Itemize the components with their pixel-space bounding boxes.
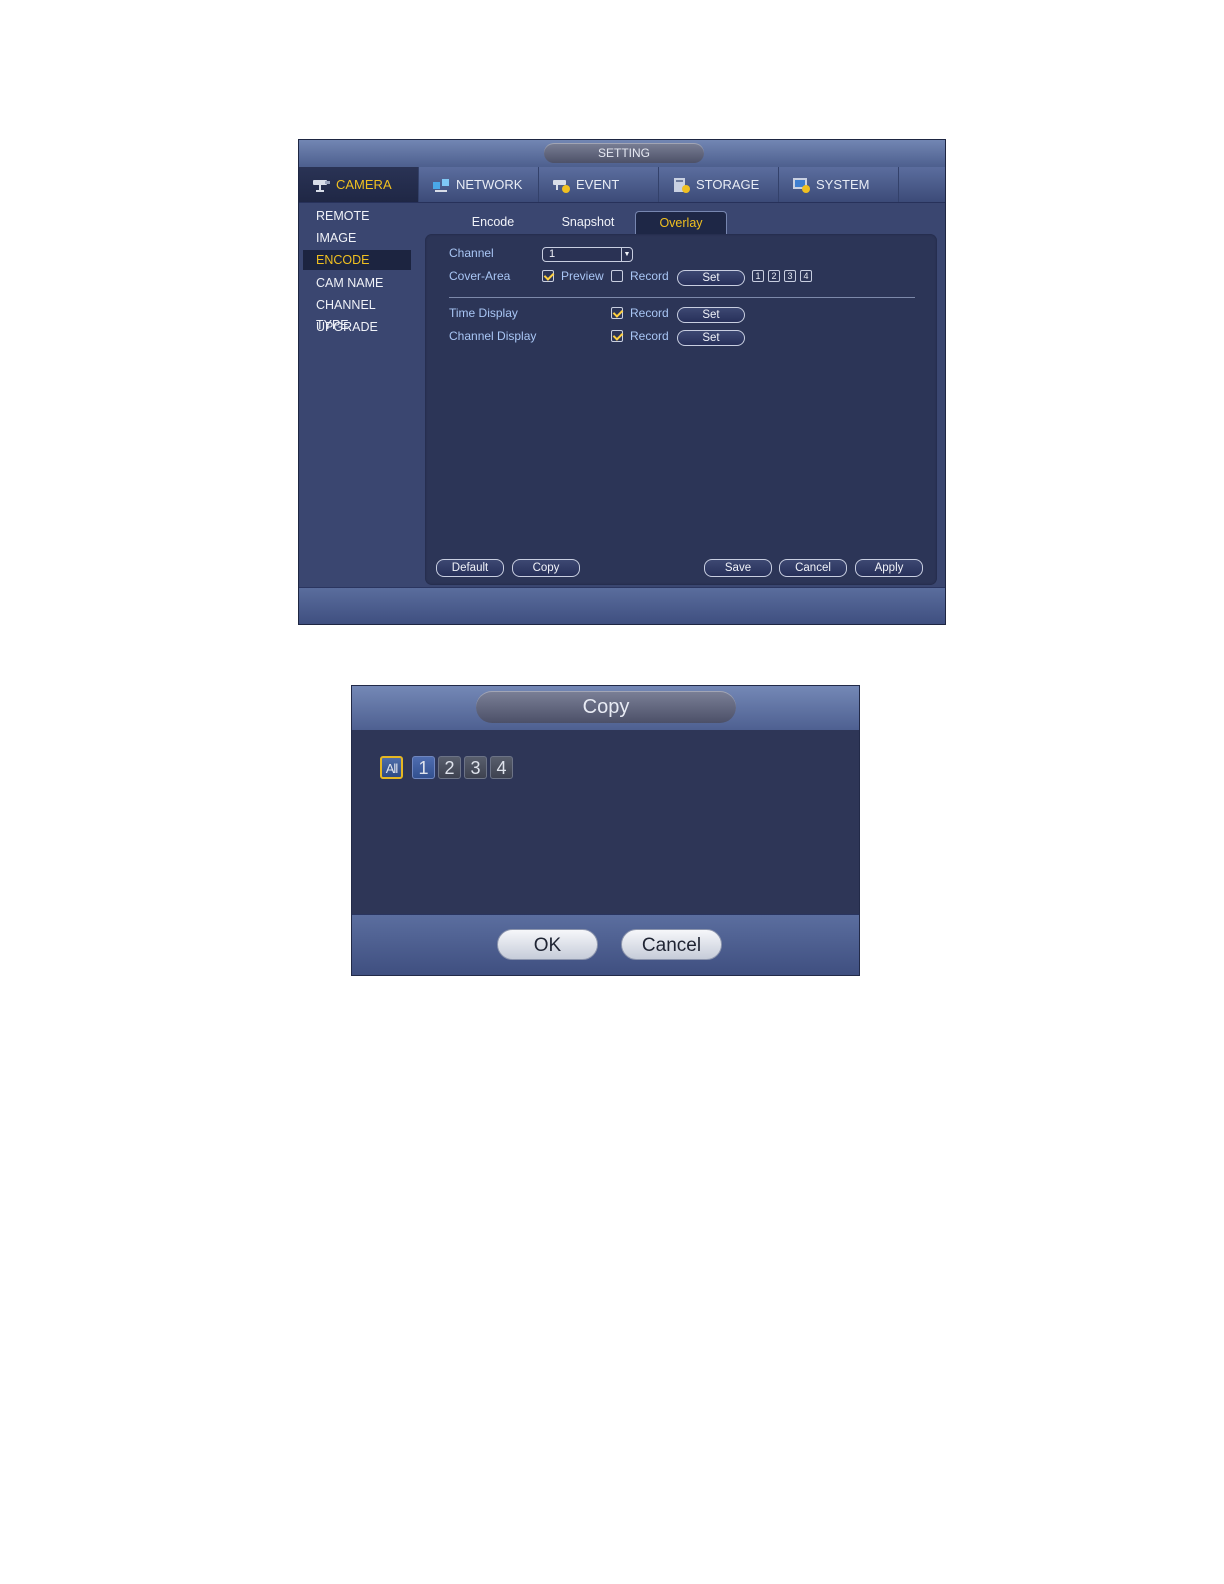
cover-area-box-1[interactable]: 1 [752, 270, 764, 282]
copy-title-bar: Copy [352, 686, 859, 730]
sidebar: REMOTE IMAGE ENCODE CAM NAME CHANNEL TYP… [303, 206, 411, 339]
cover-area-preview-checkbox[interactable] [542, 270, 554, 282]
tab-event[interactable]: EVENT [539, 167, 659, 202]
copy-button[interactable]: Copy [512, 559, 580, 577]
time-display-record-checkbox[interactable] [611, 307, 623, 319]
chevron-down-icon: ▼ [621, 248, 632, 261]
tab-encode[interactable]: Encode [447, 211, 539, 234]
copy-channel-3[interactable]: 3 [464, 756, 487, 779]
channel-select[interactable]: 1 ▼ [542, 247, 633, 262]
tab-event-label: EVENT [576, 177, 620, 192]
overlay-panel: Channel 1 ▼ Cover-Area Preview Record Se… [425, 234, 937, 585]
storage-icon [674, 177, 690, 193]
channel-display-record-label: Record [630, 329, 669, 343]
sidebar-item-cam-name[interactable]: CAM NAME [303, 273, 411, 293]
tab-storage-label: STORAGE [696, 177, 760, 192]
cover-area-preview-label: Preview [561, 269, 604, 283]
cancel-button[interactable]: Cancel [779, 559, 847, 577]
channel-display-set-button[interactable]: Set [677, 330, 745, 346]
window-title: SETTING [544, 143, 704, 163]
status-bar [299, 587, 945, 624]
tab-snapshot[interactable]: Snapshot [542, 211, 634, 234]
copy-channel-1[interactable]: 1 [412, 756, 435, 779]
tab-overlay[interactable]: Overlay [635, 211, 727, 234]
cover-area-set-button[interactable]: Set [677, 270, 745, 286]
sidebar-item-channel-type[interactable]: CHANNEL TYPE [303, 295, 411, 332]
tab-camera-label: CAMERA [336, 177, 392, 192]
camera-icon [313, 179, 330, 192]
apply-button[interactable]: Apply [855, 559, 923, 577]
title-bar: SETTING [299, 140, 945, 167]
sub-tabs: Encode Snapshot Overlay [429, 211, 729, 234]
event-icon [553, 179, 570, 193]
copy-cancel-button[interactable]: Cancel [621, 929, 722, 960]
sidebar-item-remote[interactable]: REMOTE [303, 206, 411, 226]
tab-system[interactable]: SYSTEM [779, 167, 899, 202]
tab-system-label: SYSTEM [816, 177, 870, 192]
sidebar-item-image[interactable]: IMAGE [303, 228, 411, 248]
cover-area-box-2[interactable]: 2 [768, 270, 780, 282]
ok-button[interactable]: OK [497, 929, 598, 960]
tab-storage[interactable]: STORAGE [659, 167, 779, 202]
channel-display-label: Channel Display [449, 329, 537, 343]
channel-display-record-checkbox[interactable] [611, 330, 623, 342]
sidebar-item-upgrade[interactable]: UPGRADE [303, 317, 411, 337]
main-nav: CAMERA NETWORK EVENT STORAGE SYSTEM [299, 167, 945, 203]
time-display-record-label: Record [630, 306, 669, 320]
channel-select-value: 1 [549, 248, 556, 260]
tab-network[interactable]: NETWORK [419, 167, 539, 202]
sidebar-item-encode[interactable]: ENCODE [303, 250, 411, 271]
setting-window: SETTING CAMERA NETWORK EVENT STORAGE SYS… [298, 139, 946, 625]
time-display-label: Time Display [449, 306, 518, 320]
copy-channel-all[interactable]: All [380, 756, 403, 779]
copy-dialog-footer: OK Cancel [352, 914, 859, 975]
cover-area-box-3[interactable]: 3 [784, 270, 796, 282]
cover-area-box-4[interactable]: 4 [800, 270, 812, 282]
network-icon [433, 178, 449, 192]
tab-camera[interactable]: CAMERA [299, 167, 419, 202]
time-display-set-button[interactable]: Set [677, 307, 745, 323]
copy-dialog-title: Copy [476, 691, 736, 723]
tab-network-label: NETWORK [456, 177, 523, 192]
cover-area-record-checkbox[interactable] [611, 270, 623, 282]
cover-area-record-label: Record [630, 269, 669, 283]
copy-dialog: Copy All 1 2 3 4 OK Cancel [351, 685, 860, 976]
save-button[interactable]: Save [704, 559, 772, 577]
default-button[interactable]: Default [436, 559, 504, 577]
system-icon [793, 177, 810, 193]
copy-channel-2[interactable]: 2 [438, 756, 461, 779]
channel-label: Channel [449, 246, 494, 260]
cover-area-label: Cover-Area [449, 269, 511, 283]
copy-channel-4[interactable]: 4 [490, 756, 513, 779]
divider [449, 297, 915, 298]
